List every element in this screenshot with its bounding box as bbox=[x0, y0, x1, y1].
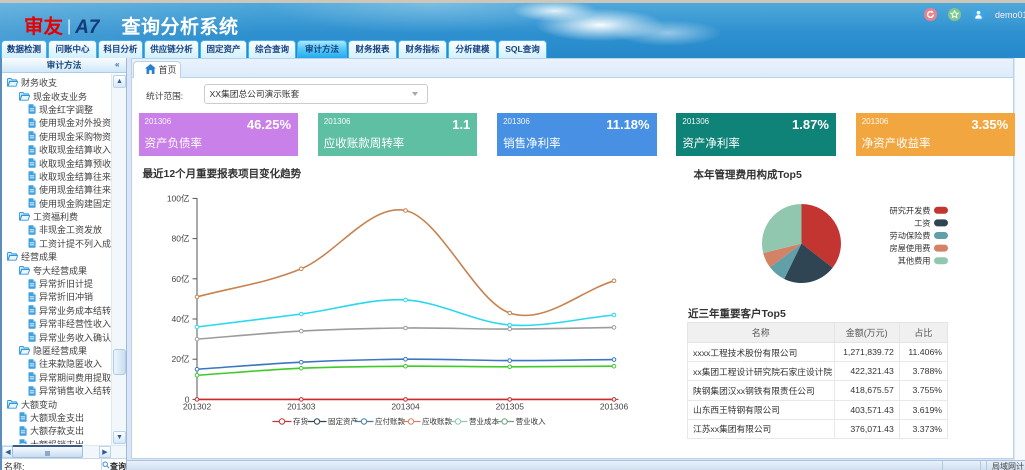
svg-text:60亿: 60亿 bbox=[171, 274, 189, 284]
svg-text:研究开发费: 研究开发费 bbox=[889, 205, 930, 215]
svg-text:应付账款: 应付账款 bbox=[375, 416, 405, 426]
svg-text:80亿: 80亿 bbox=[171, 234, 189, 244]
svg-text:固定资产: 固定资产 bbox=[328, 416, 358, 426]
svg-text:201305: 201305 bbox=[495, 402, 524, 412]
svg-text:应收账款: 应收账款 bbox=[422, 416, 452, 426]
svg-text:201304: 201304 bbox=[391, 402, 420, 412]
svg-text:工资: 工资 bbox=[914, 218, 930, 228]
svg-text:201302: 201302 bbox=[182, 402, 211, 412]
svg-text:营业收入: 营业收入 bbox=[515, 416, 545, 426]
svg-text:其他费用: 其他费用 bbox=[897, 256, 930, 266]
svg-text:劳动保险费: 劳动保险费 bbox=[889, 231, 930, 241]
svg-text:40亿: 40亿 bbox=[171, 314, 189, 324]
svg-text:房屋使用费: 房屋使用费 bbox=[889, 243, 930, 253]
svg-text:201303: 201303 bbox=[287, 402, 316, 412]
svg-text:存货: 存货 bbox=[293, 416, 308, 426]
svg-text:100亿: 100亿 bbox=[166, 193, 189, 203]
svg-text:201306: 201306 bbox=[599, 402, 628, 412]
svg-text:营业成本: 营业成本 bbox=[469, 416, 499, 426]
svg-text:20亿: 20亿 bbox=[171, 354, 189, 364]
